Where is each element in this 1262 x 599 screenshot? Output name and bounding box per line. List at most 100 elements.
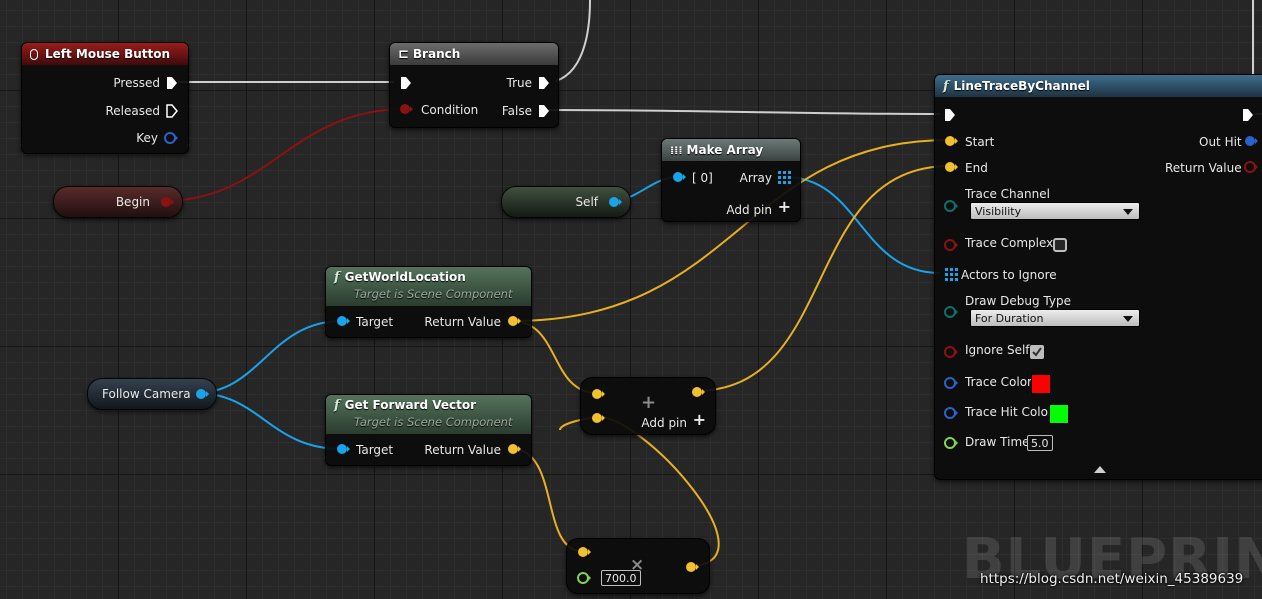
get-world-location-node[interactable]: f GetWorldLocation Target is Scene Compon… — [325, 266, 532, 338]
add-pin-label[interactable]: Add pin — [726, 203, 772, 217]
pin-label-array: Array — [739, 171, 772, 185]
add-operator-icon: + — [641, 392, 657, 413]
pin-label-draw-time: Draw Time — [965, 435, 1030, 449]
array-grid-icon: ⁞⁞⁞ — [670, 143, 683, 157]
self-node[interactable]: Self — [501, 186, 631, 218]
trace-complex-checkbox[interactable] — [1053, 238, 1067, 252]
left-mouse-button-node[interactable]: Left Mouse Button Pressed Released Key — [21, 42, 189, 154]
object-pin-self[interactable] — [608, 195, 622, 209]
pin-label-trace-hit-color: Trace Hit Color — [965, 405, 1053, 419]
function-icon: f — [334, 270, 340, 285]
add-pin-label[interactable]: Add pin — [641, 416, 687, 430]
pin-label-return-value: Return Value — [424, 315, 501, 329]
node-title: Make Array — [686, 143, 764, 157]
array-pin-actors-to-ignore[interactable] — [945, 268, 958, 281]
vector-pin-out[interactable] — [691, 385, 705, 399]
vector-pin-b[interactable] — [591, 411, 605, 425]
vector-pin-end[interactable] — [944, 160, 958, 174]
plus-icon[interactable]: + — [693, 412, 706, 428]
node-header: ⊏ Branch — [390, 43, 558, 65]
node-title: Branch — [412, 47, 461, 61]
pin-label-return-value: Return Value — [1165, 161, 1242, 175]
multiplier-value-input[interactable]: 700.0 — [601, 570, 641, 586]
byte-pin-trace-channel[interactable] — [944, 199, 958, 213]
exec-pin-out[interactable] — [1242, 108, 1254, 122]
struct-pin-trace-hit-color[interactable] — [944, 406, 958, 420]
exec-pin-false[interactable] — [538, 104, 550, 118]
variable-label: Follow Camera — [102, 387, 191, 401]
pin-label-pressed: Pressed — [113, 76, 160, 90]
begin-variable-node[interactable]: Begin — [53, 186, 183, 218]
dropdown-value: Visibility — [975, 205, 1022, 218]
byte-pin-draw-debug-type[interactable] — [944, 305, 958, 319]
array-pin-out[interactable] — [778, 171, 791, 184]
pin-label-actors-to-ignore: Actors to Ignore — [961, 268, 1057, 282]
bool-pin-condition[interactable] — [399, 102, 413, 116]
bool-pin-return[interactable] — [1244, 160, 1258, 174]
branch-node[interactable]: ⊏ Branch True Condition False — [389, 42, 559, 128]
pin-label-false: False — [501, 104, 532, 118]
ignore-self-checkbox[interactable] — [1029, 344, 1045, 360]
struct-pin-out-hit[interactable] — [1244, 134, 1258, 148]
vector-pin-out[interactable] — [685, 560, 699, 574]
exec-pin-in[interactable] — [400, 76, 412, 90]
mouse-icon — [30, 48, 38, 60]
pin-label-index-0: [ 0] — [692, 171, 713, 185]
object-pin-index-0[interactable] — [672, 170, 686, 184]
exec-pin-true[interactable] — [538, 76, 550, 90]
draw-debug-type-dropdown[interactable]: For Duration — [970, 309, 1140, 327]
draw-time-input[interactable]: 5.0 — [1027, 435, 1053, 451]
pin-label-released: Released — [105, 104, 160, 118]
pin-label-out-hit: Out Hit — [1199, 135, 1242, 149]
bool-pin-begin[interactable] — [160, 195, 174, 209]
node-subtitle: Target is Scene Component — [354, 415, 513, 429]
dropdown-value: For Duration — [975, 312, 1044, 325]
get-forward-vector-node[interactable]: f Get Forward Vector Target is Scene Comp… — [325, 394, 532, 466]
struct-pin-key[interactable] — [164, 131, 178, 145]
collapse-arrow-icon[interactable] — [1094, 465, 1106, 474]
exec-wire-true-up — [555, 0, 591, 82]
array-wire-to-ignore — [784, 176, 941, 274]
struct-pin-trace-color[interactable] — [944, 376, 958, 390]
trace-channel-dropdown[interactable]: Visibility — [970, 202, 1140, 220]
float-pin-b[interactable] — [577, 571, 591, 585]
node-header: ⁞⁞⁞ Make Array — [662, 139, 800, 161]
node-title: Left Mouse Button — [45, 47, 171, 61]
pin-label-end: End — [965, 161, 988, 175]
vector-pin-return[interactable] — [507, 314, 521, 328]
pin-label-condition: Condition — [421, 103, 479, 117]
pin-label-ignore-self: Ignore Self — [965, 343, 1030, 357]
vector-pin-a[interactable] — [591, 387, 605, 401]
make-array-node[interactable]: ⁞⁞⁞ Make Array [ 0] Array Add pin + — [661, 138, 801, 222]
bool-pin-ignore-self[interactable] — [944, 345, 958, 359]
trace-color-swatch[interactable] — [1031, 374, 1051, 394]
vector-multiply-node[interactable]: × 700.0 — [566, 538, 710, 594]
object-pin-follow-camera[interactable] — [195, 387, 209, 401]
bool-pin-trace-complex[interactable] — [944, 238, 958, 252]
plus-icon[interactable]: + — [778, 199, 791, 215]
pin-label-target: Target — [356, 443, 394, 457]
vector-add-node[interactable]: + Add pin + — [580, 377, 716, 435]
node-header: Left Mouse Button — [22, 43, 188, 65]
variable-label: Begin — [115, 195, 150, 209]
follow-camera-variable-node[interactable]: Follow Camera — [87, 378, 217, 410]
vector-pin-start[interactable] — [944, 134, 958, 148]
exec-pin-released[interactable] — [166, 104, 178, 118]
vector-pin-a[interactable] — [577, 545, 591, 559]
source-credit: https://blog.csdn.net/weixin_45389639 — [980, 571, 1244, 587]
branch-icon: ⊏ — [398, 46, 409, 62]
self-label: Self — [575, 195, 598, 209]
node-header: f GetWorldLocation Target is Scene Compon… — [326, 267, 531, 306]
exec-pin-pressed[interactable] — [166, 76, 178, 90]
vector-pin-return[interactable] — [507, 442, 521, 456]
object-pin-target[interactable] — [336, 442, 350, 456]
trace-hit-color-swatch[interactable] — [1049, 404, 1069, 424]
exec-wire-false-to-trace — [545, 109, 941, 115]
node-header: f LineTraceByChannel — [935, 75, 1262, 97]
chevron-down-icon — [1123, 209, 1133, 215]
float-pin-draw-time[interactable] — [944, 436, 958, 450]
chevron-down-icon — [1123, 316, 1133, 322]
object-pin-target[interactable] — [336, 314, 350, 328]
exec-pin-in[interactable] — [944, 108, 956, 122]
line-trace-by-channel-node[interactable]: f LineTraceByChannel Start Out Hit End R… — [934, 74, 1262, 480]
